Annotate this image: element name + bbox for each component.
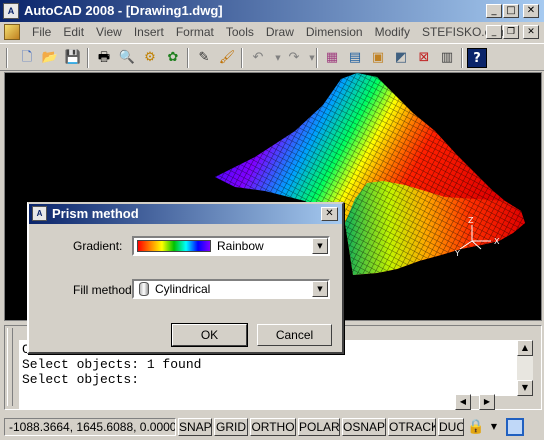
publish-icon[interactable]: ⚙ (140, 48, 160, 68)
toolbar-separator (461, 48, 463, 68)
fill-method-value: Cylindrical (155, 282, 211, 296)
undo-icon[interactable]: ↶ (248, 48, 268, 68)
scroll-down-button[interactable]: ▼ (517, 380, 533, 396)
dwf-icon[interactable]: ✿ (163, 48, 183, 68)
cancel-button[interactable]: Cancel (257, 324, 332, 346)
menu-view[interactable]: View (90, 25, 128, 39)
doc-minimize-button[interactable]: _ (486, 25, 502, 39)
prism-method-dialog: A Prism method ✕ Gradient: Rainbow ▼ Fil… (27, 202, 344, 354)
design-center-icon[interactable]: ▤ (345, 48, 365, 68)
menu-dimension[interactable]: Dimension (300, 25, 369, 39)
gradient-value: Rainbow (217, 239, 264, 253)
fill-method-label: Fill method: (73, 283, 136, 297)
redo-dropdown-icon[interactable]: ▼ (302, 48, 322, 68)
menu-edit[interactable]: Edit (57, 25, 90, 39)
scroll-left-button[interactable]: ◀ (455, 394, 471, 410)
menu-draw[interactable]: Draw (260, 25, 300, 39)
otrack-toggle[interactable]: OTRACK (388, 418, 436, 436)
menu-file[interactable]: File (26, 25, 57, 39)
menu-insert[interactable]: Insert (128, 25, 170, 39)
menu-items: File Edit View Insert Format Tools Draw … (26, 25, 513, 39)
window-title: AutoCAD 2008 - [Drawing1.dwg] (24, 3, 223, 18)
menu-bar: File Edit View Insert Format Tools Draw … (0, 22, 544, 42)
menu-modify[interactable]: Modify (369, 25, 416, 39)
status-menu-arrow-icon[interactable]: ▼ (488, 420, 500, 434)
new-icon[interactable]: 🗋 (17, 48, 37, 68)
save-icon[interactable]: 💾 (63, 48, 83, 68)
markup-icon[interactable]: ⊠ (414, 48, 434, 68)
ucs-y-label: Y (454, 249, 460, 258)
scroll-up-button[interactable]: ▲ (517, 340, 533, 356)
gradient-select[interactable]: Rainbow ▼ (132, 236, 330, 256)
standard-toolbar: 🗋 📂 💾 🖶 🔍 ⚙ ✿ ✎ 🖌 ↶ ▼ ↷ ▼ ▦ ▤ ▣ ◩ ⊠ ▥ ? (0, 43, 544, 71)
coordinates-readout[interactable]: -1088.3664, 1645.6088, 0.0000 (4, 418, 176, 436)
scroll-right-button[interactable]: ▶ (479, 394, 495, 410)
ortho-toggle[interactable]: ORTHO (250, 418, 296, 436)
doc-restore-button[interactable]: ❐ (503, 25, 519, 39)
menu-tools[interactable]: Tools (220, 25, 260, 39)
grid-toggle[interactable]: GRID (214, 418, 248, 436)
chevron-down-icon[interactable]: ▼ (312, 238, 328, 254)
help-icon[interactable]: ? (467, 48, 487, 68)
redo-icon[interactable]: ↷ (284, 48, 304, 68)
doc-close-button[interactable]: ✕ (523, 25, 539, 39)
dialog-title: Prism method (52, 206, 139, 221)
print-icon[interactable]: 🖶 (94, 48, 114, 68)
ucs-z-label: Z (468, 216, 474, 225)
clean-screen-icon[interactable] (506, 418, 524, 436)
cut-icon[interactable]: ✎ (194, 48, 214, 68)
toolbar-grip[interactable] (6, 48, 8, 68)
match-properties-icon[interactable]: 🖌 (217, 48, 237, 68)
dialog-title-bar[interactable]: A Prism method ✕ (29, 204, 342, 224)
ducs-toggle[interactable]: DUC (438, 418, 464, 436)
toolbar-separator (187, 48, 189, 68)
snap-toggle[interactable]: SNAP (178, 418, 212, 436)
properties-icon[interactable]: ▦ (322, 48, 342, 68)
command-input[interactable] (19, 396, 459, 410)
fill-method-select[interactable]: Cylindrical ▼ (132, 279, 330, 299)
lock-icon[interactable]: 🔒 (467, 418, 485, 436)
scrollbar-track[interactable] (517, 356, 533, 380)
toolbar-separator (241, 48, 243, 68)
toolbar-separator (316, 48, 318, 68)
polar-toggle[interactable]: POLAR (298, 418, 340, 436)
command-line: Select objects: 1 found (22, 357, 202, 372)
autocad-app-icon[interactable]: A (3, 3, 19, 19)
open-icon[interactable]: 📂 (40, 48, 60, 68)
command-line: Select objects: (22, 372, 140, 387)
rainbow-swatch (137, 240, 211, 252)
close-button[interactable]: ✕ (523, 4, 539, 18)
gradient-label: Gradient: (73, 239, 123, 253)
command-window-grip[interactable] (7, 328, 13, 406)
maximize-button[interactable]: □ (503, 4, 519, 18)
dialog-app-icon: A (32, 206, 47, 221)
dialog-close-button[interactable]: ✕ (321, 207, 338, 221)
menu-format[interactable]: Format (170, 25, 220, 39)
toolbar-separator (87, 48, 89, 68)
calculator-icon[interactable]: ▥ (437, 48, 457, 68)
title-bar: A AutoCAD 2008 - [Drawing1.dwg] _ □ ✕ (0, 0, 544, 22)
plot-preview-icon[interactable]: 🔍 (117, 48, 137, 68)
tool-palettes-icon[interactable]: ▣ (368, 48, 388, 68)
ok-button[interactable]: OK (171, 323, 248, 347)
status-bar: -1088.3664, 1645.6088, 0.0000 SNAP GRID … (0, 414, 544, 440)
sheet-set-icon[interactable]: ◩ (391, 48, 411, 68)
osnap-toggle[interactable]: OSNAP (342, 418, 386, 436)
chevron-down-icon[interactable]: ▼ (312, 281, 328, 297)
minimize-button[interactable]: _ (486, 4, 502, 18)
document-icon[interactable] (4, 24, 20, 40)
ucs-x-label: X (494, 237, 500, 246)
cylinder-icon (139, 282, 149, 296)
